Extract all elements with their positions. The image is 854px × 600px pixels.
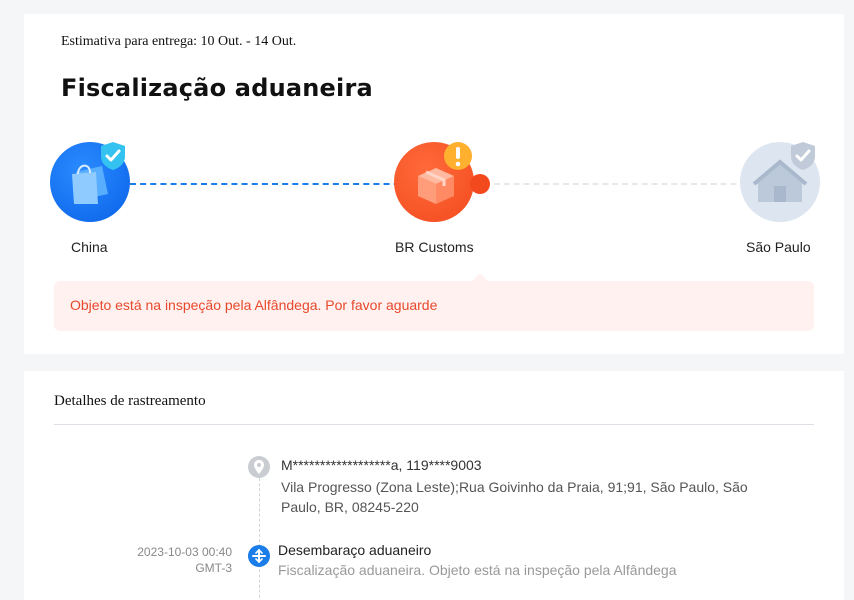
timeline-line [259, 468, 260, 600]
progress-line-pending [494, 183, 766, 185]
progress-line-completed [130, 183, 420, 185]
alert-text: Objeto está na inspeção pela Alfândega. … [70, 297, 438, 313]
location-pin-icon [248, 456, 270, 478]
delivery-status-card: Estimativa para entrega: 10 Out. - 14 Ou… [24, 14, 844, 354]
node-label-sao-paulo: São Paulo [746, 239, 811, 255]
event-description: Fiscalização aduaneira. Objeto está na i… [278, 562, 677, 578]
tracking-details-title: Detalhes de rastreamento [54, 393, 206, 409]
check-shield-icon [101, 142, 125, 170]
event-date: 2023-10-03 00:40 [137, 545, 232, 559]
status-title: Fiscalização aduaneira [61, 74, 373, 102]
status-alert: Objeto está na inspeção pela Alfândega. … [54, 281, 814, 331]
recipient-info: M******************a, 119****9003 [281, 457, 482, 473]
check-shield-icon [791, 142, 815, 170]
recipient-address: Vila Progresso (Zona Leste);Rua Goivinho… [281, 479, 748, 515]
tracking-details-card: Detalhes de rastreamento M**************… [24, 371, 844, 600]
node-label-br-customs: BR Customs [395, 239, 474, 255]
customs-clearance-icon [248, 545, 270, 567]
event-title: Desembaraço aduaneiro [278, 542, 432, 558]
current-step-dot [470, 174, 490, 194]
warning-icon [444, 142, 472, 170]
divider [54, 424, 814, 425]
event-timezone: GMT-3 [195, 561, 232, 575]
node-label-china: China [71, 239, 108, 255]
delivery-estimate: Estimativa para entrega: 10 Out. - 14 Ou… [61, 34, 297, 49]
